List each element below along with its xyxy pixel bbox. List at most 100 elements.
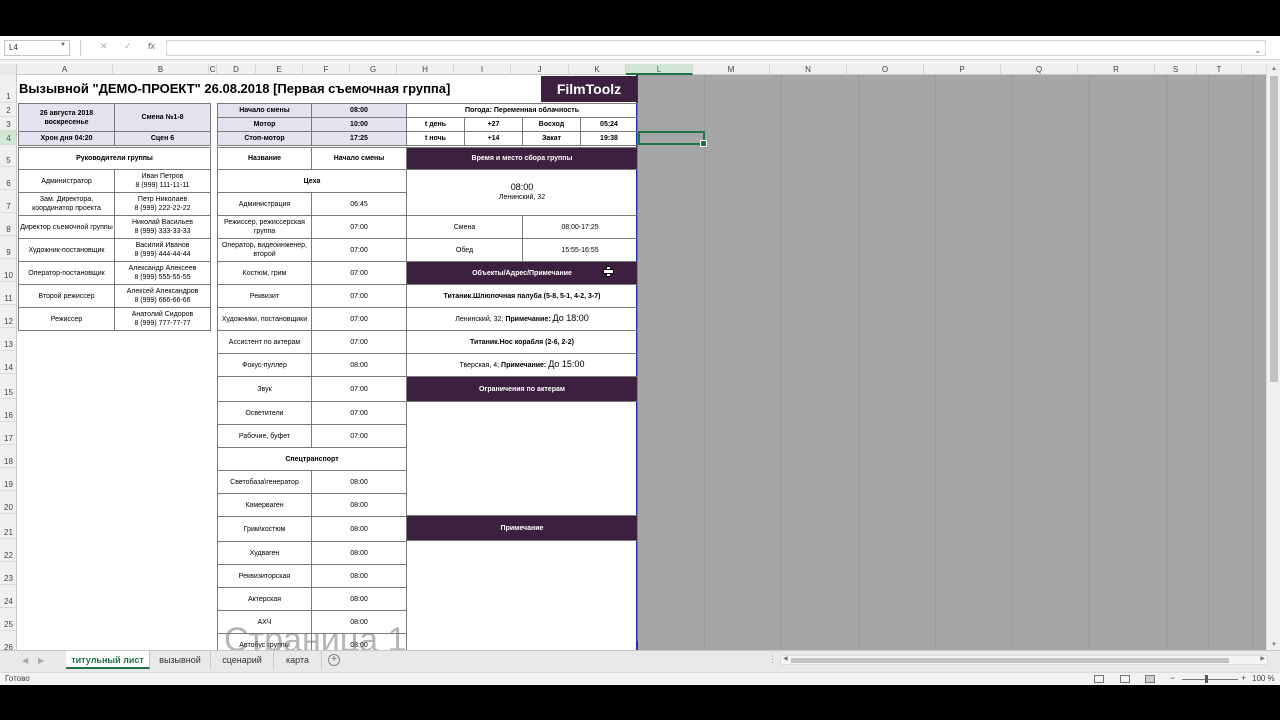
- row-header-25[interactable]: 25: [0, 608, 16, 631]
- scroll-up-icon[interactable]: ▲: [1271, 66, 1277, 72]
- department-time[interactable]: 07:00: [311, 401, 407, 425]
- name-box[interactable]: L4 ▼: [4, 40, 70, 56]
- horizontal-scroll-thumb[interactable]: [791, 658, 1229, 663]
- department-time[interactable]: 07:00: [311, 261, 407, 285]
- lunch-value[interactable]: 15:55-16:55: [522, 238, 638, 262]
- tab-split-handle[interactable]: ⋮: [768, 654, 777, 665]
- row-header-4[interactable]: 4: [0, 131, 16, 145]
- row-header-23[interactable]: 23: [0, 562, 16, 585]
- row-header-9[interactable]: 9: [0, 236, 16, 259]
- lunch-label[interactable]: Обед: [406, 238, 523, 262]
- selected-cell[interactable]: [638, 131, 707, 147]
- notes-header[interactable]: Примечание: [406, 515, 638, 541]
- cancel-icon[interactable]: ✕: [100, 41, 108, 52]
- temp-value[interactable]: +14: [464, 131, 523, 146]
- next-sheet-icon[interactable]: ▶: [38, 656, 44, 665]
- normal-view-icon[interactable]: [1094, 675, 1104, 683]
- department-name[interactable]: Костюм, грим: [217, 261, 312, 285]
- department-time[interactable]: 07:00: [311, 215, 407, 239]
- sheet-tab-4[interactable]: карта: [274, 651, 322, 669]
- weather-cell[interactable]: Погода: Переменная облачность: [405, 103, 639, 118]
- date-cell[interactable]: 26 августа 2018 воскресенье: [18, 103, 115, 132]
- column-header-c[interactable]: C: [209, 64, 217, 75]
- shift-label[interactable]: Смена: [406, 215, 523, 239]
- sun-value[interactable]: 19:38: [579, 131, 639, 146]
- department-time[interactable]: 08:00: [311, 564, 407, 588]
- sheet-tab-1[interactable]: титульный лист: [66, 651, 150, 669]
- department-time[interactable]: 08:00: [311, 493, 407, 517]
- department-name[interactable]: Грим\костюм: [217, 516, 312, 542]
- leader-contact[interactable]: Николай Васильев 8 (999) 333-33-33: [114, 215, 211, 239]
- column-header-g[interactable]: G: [350, 64, 397, 75]
- row-header-20[interactable]: 20: [0, 491, 16, 514]
- column-header-h[interactable]: H: [397, 64, 454, 75]
- row-header-19[interactable]: 19: [0, 468, 16, 491]
- vertical-scrollbar[interactable]: ▲ ▼: [1266, 64, 1280, 650]
- department-name[interactable]: Рабочие, буфет: [217, 424, 312, 448]
- department-time[interactable]: 07:00: [311, 424, 407, 448]
- actors-restrictions-cell[interactable]: [406, 401, 638, 516]
- department-name[interactable]: Администрация: [217, 192, 312, 216]
- row-header-14[interactable]: 14: [0, 351, 16, 374]
- shift-time-value[interactable]: 10:00: [311, 117, 407, 132]
- outside-print-area[interactable]: [638, 75, 1266, 650]
- workshops-header[interactable]: Цеха: [217, 169, 407, 193]
- leader-role[interactable]: Художник-постановщик: [18, 238, 115, 262]
- formula-input[interactable]: ⌄: [166, 40, 1266, 56]
- department-time[interactable]: 06:45: [311, 192, 407, 216]
- row-header-1[interactable]: 1: [0, 75, 16, 103]
- row-header-13[interactable]: 13: [0, 328, 16, 351]
- object-2-title[interactable]: Титаник.Нос корабля (2-6, 2-2): [406, 330, 638, 354]
- column-header-t[interactable]: T: [1197, 64, 1242, 75]
- row-header-26[interactable]: 26: [0, 631, 16, 650]
- row-header-7[interactable]: 7: [0, 190, 16, 213]
- add-sheet-icon[interactable]: +: [328, 654, 340, 666]
- page-layout-icon[interactable]: [1120, 675, 1130, 683]
- leaders-header[interactable]: Руководители группы: [18, 147, 211, 170]
- chevron-down-icon[interactable]: ▼: [60, 42, 66, 48]
- column-header-e[interactable]: E: [256, 64, 303, 75]
- zoom-in-icon[interactable]: +: [1241, 673, 1246, 683]
- row-header-24[interactable]: 24: [0, 585, 16, 608]
- sun-label[interactable]: Закат: [522, 131, 581, 146]
- temp-label[interactable]: t ночь: [406, 131, 465, 146]
- department-time[interactable]: 07:00: [311, 284, 407, 308]
- row-header-22[interactable]: 22: [0, 539, 16, 562]
- department-time[interactable]: 08:00: [311, 587, 407, 611]
- leader-contact[interactable]: Анатолий Сидоров 8 (999) 777-77-77: [114, 307, 211, 331]
- column-header-p[interactable]: P: [924, 64, 1001, 75]
- department-name[interactable]: Ассистент по актерам: [217, 330, 312, 354]
- leader-role[interactable]: Директор съемочной группы: [18, 215, 115, 239]
- department-time[interactable]: 08:00: [311, 353, 407, 377]
- leader-role[interactable]: Второй режиссер: [18, 284, 115, 308]
- row-header-3[interactable]: 3: [0, 117, 16, 131]
- shift-time-label[interactable]: Стоп-мотор: [217, 131, 312, 146]
- leader-contact[interactable]: Иван Петров 8 (999) 111-11-11: [114, 169, 211, 193]
- dept-header-start[interactable]: Начало смены: [311, 147, 407, 170]
- department-name[interactable]: Осветители: [217, 401, 312, 425]
- column-header-a[interactable]: A: [17, 64, 113, 75]
- department-time[interactable]: 08:00: [311, 516, 407, 542]
- department-name[interactable]: Художники, постановщики: [217, 307, 312, 331]
- chron-cell[interactable]: Хрон дня 04:20: [18, 131, 115, 146]
- sheet-tab-3[interactable]: сценарий: [211, 651, 274, 669]
- row-header-18[interactable]: 18: [0, 445, 16, 468]
- column-header-j[interactable]: J: [511, 64, 569, 75]
- shift-time-value[interactable]: 08:00: [311, 103, 407, 118]
- column-header-f[interactable]: F: [303, 64, 350, 75]
- zoom-slider[interactable]: [1182, 679, 1238, 680]
- row-header-10[interactable]: 10: [0, 259, 16, 282]
- page-break-preview-icon[interactable]: [1145, 675, 1155, 683]
- column-header-b[interactable]: B: [113, 64, 209, 75]
- objects-header[interactable]: Объекты/Адрес/Примечание: [406, 261, 638, 285]
- leader-role[interactable]: Режиссер: [18, 307, 115, 331]
- sun-value[interactable]: 05:24: [579, 117, 639, 132]
- department-name[interactable]: Светобаза\генератор: [217, 470, 312, 494]
- leader-role[interactable]: Зам. Директора, координатор проекта: [18, 192, 115, 216]
- row-header-11[interactable]: 11: [0, 282, 16, 305]
- leader-role[interactable]: Оператор-постановщик: [18, 261, 115, 285]
- department-name[interactable]: Реквизиторская: [217, 564, 312, 588]
- zoom-level[interactable]: 100 %: [1252, 674, 1275, 683]
- row-header-21[interactable]: 21: [0, 514, 16, 539]
- column-header-k[interactable]: K: [569, 64, 626, 75]
